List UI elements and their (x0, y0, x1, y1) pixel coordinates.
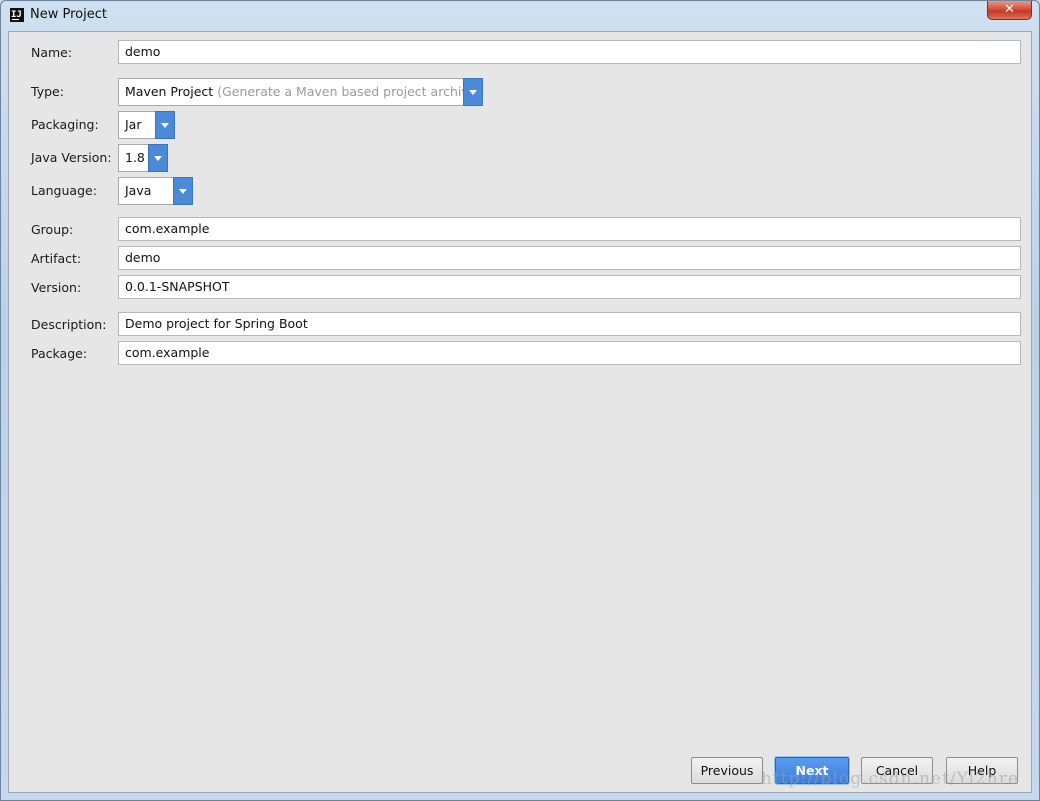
chevron-down-icon[interactable] (173, 177, 193, 205)
version-field[interactable]: 0.0.1-SNAPSHOT (118, 275, 1021, 299)
version-label: Version: (31, 280, 82, 295)
description-field[interactable]: Demo project for Spring Boot (118, 312, 1021, 336)
artifact-field[interactable]: demo (118, 246, 1021, 270)
language-label: Language: (31, 183, 97, 198)
previous-button[interactable]: Previous (691, 757, 763, 784)
title-bar[interactable]: IJ New Project ✕ (1, 1, 1039, 31)
type-dropdown[interactable]: Maven Project (Generate a Maven based pr… (118, 78, 483, 106)
artifact-label: Artifact: (31, 251, 82, 266)
close-button[interactable]: ✕ (987, 1, 1032, 20)
chevron-down-icon[interactable] (463, 78, 483, 106)
type-hint: (Generate a Maven based project archive) (217, 84, 482, 99)
chevron-down-icon[interactable] (148, 144, 168, 172)
group-label: Group: (31, 222, 74, 237)
intellij-icon: IJ (10, 8, 24, 22)
name-field[interactable]: demo (118, 40, 1021, 64)
packaging-value: Jar (125, 117, 142, 132)
watermark: http://blog.csdn.net/Yi2hre (761, 769, 1019, 789)
type-label: Type: (31, 84, 64, 99)
package-field[interactable]: com.example (118, 341, 1021, 365)
project-settings-panel: Name: demo Type: Maven Project (Generate… (8, 31, 1032, 793)
package-label: Package: (31, 346, 88, 361)
java-version-dropdown[interactable]: 1.8 (118, 144, 168, 172)
chevron-down-icon[interactable] (155, 111, 175, 139)
packaging-dropdown[interactable]: Jar (118, 111, 175, 139)
group-field[interactable]: com.example (118, 217, 1021, 241)
packaging-label: Packaging: (31, 117, 99, 132)
name-label: Name: (31, 45, 73, 60)
window-title: New Project (30, 7, 107, 22)
java-version-label: Java Version: (31, 150, 112, 165)
description-label: Description: (31, 317, 107, 332)
java-version-value: 1.8 (125, 150, 145, 165)
new-project-dialog: IJ New Project ✕ Name: demo Type: Maven … (0, 0, 1040, 801)
language-value: Java (125, 183, 152, 198)
type-value: Maven Project (125, 84, 214, 99)
language-dropdown[interactable]: Java (118, 177, 193, 205)
